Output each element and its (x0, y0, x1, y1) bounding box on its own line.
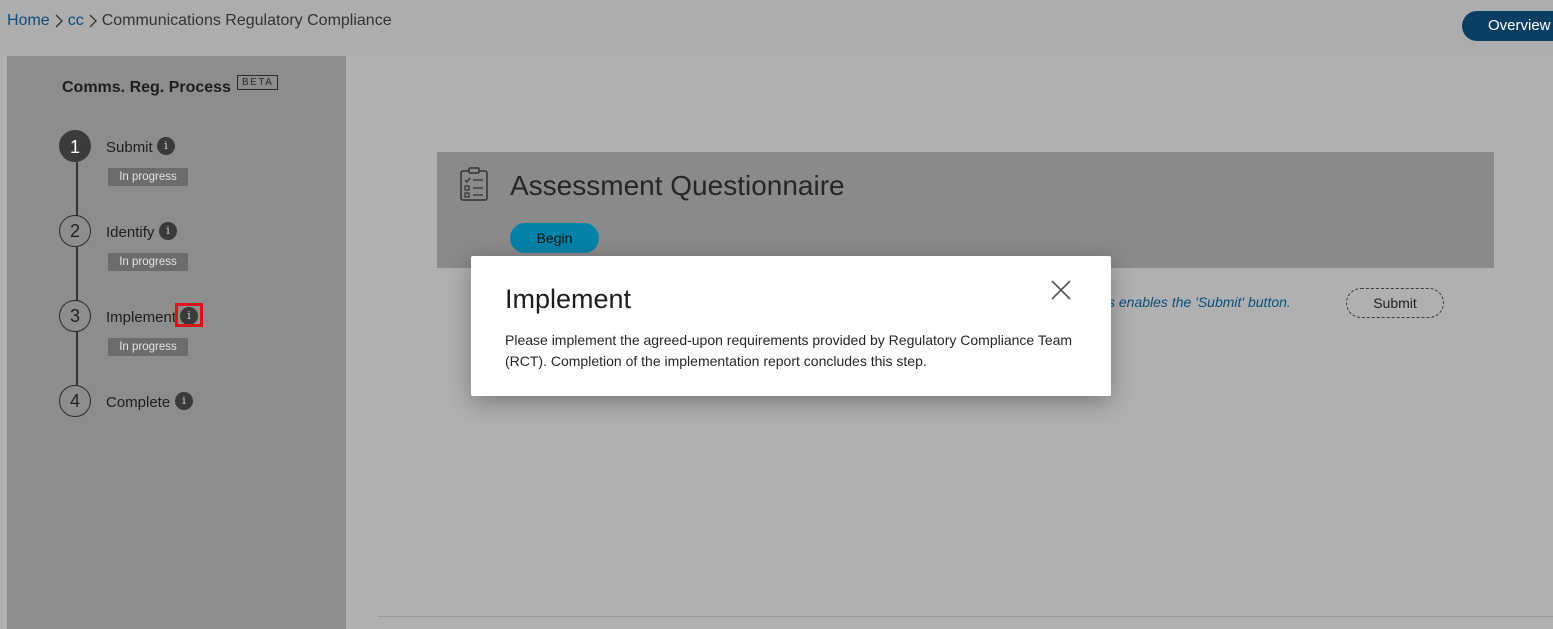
begin-button[interactable]: Begin (510, 223, 599, 253)
modal-body: Please implement the agreed-upon require… (505, 332, 1073, 369)
implement-modal: Implement Please implement the agreed-up… (471, 256, 1111, 396)
step-4-label[interactable]: Complete (106, 394, 170, 411)
info-icon[interactable]: i (175, 392, 193, 410)
info-icon[interactable]: i (157, 137, 175, 155)
step-1-number: 1 (59, 130, 91, 162)
breadcrumb-current: Communications Regulatory Compliance (101, 12, 392, 29)
step-3-label[interactable]: Implement (106, 309, 176, 326)
modal-title: Implement (505, 284, 632, 314)
step-1-label[interactable]: Submit (106, 139, 153, 156)
info-icon-highlight (175, 303, 203, 327)
chevron-right-icon (89, 14, 97, 28)
chevron-right-icon (55, 14, 63, 28)
step-3-number: 3 (59, 300, 91, 332)
top-bar: Home cc Communications Regulatory Compli… (0, 0, 1553, 56)
assessment-card: Assessment Questionnaire Begin (437, 152, 1494, 268)
card-title: Assessment Questionnaire (510, 170, 845, 201)
submit-hint-text: s enables the 'Submit' button. (1108, 294, 1291, 310)
process-sidebar: Comms. Reg. Process BETA 1 Submit i In p… (7, 56, 346, 629)
info-icon[interactable]: i (159, 222, 177, 240)
sidebar-title: Comms. Reg. Process (62, 79, 231, 96)
step-4-number: 4 (59, 385, 91, 417)
step-2-number: 2 (59, 215, 91, 247)
overview-button[interactable]: Overview (1462, 11, 1553, 41)
step-3-status-badge: In progress (108, 338, 188, 356)
submit-button[interactable]: Submit (1346, 288, 1444, 318)
beta-badge: BETA (237, 75, 279, 90)
divider (378, 616, 1553, 617)
breadcrumb-cc-link[interactable]: cc (68, 12, 84, 30)
step-2-label[interactable]: Identify (106, 224, 154, 241)
close-icon[interactable] (1049, 278, 1073, 302)
step-2-status-badge: In progress (108, 253, 188, 271)
breadcrumb-home-link[interactable]: Home (7, 12, 50, 30)
clipboard-checklist-icon (460, 167, 488, 201)
step-connector-line (76, 162, 78, 402)
breadcrumb: Home cc Communications Regulatory Compli… (7, 12, 392, 30)
step-1-status-badge: In progress (108, 168, 188, 186)
